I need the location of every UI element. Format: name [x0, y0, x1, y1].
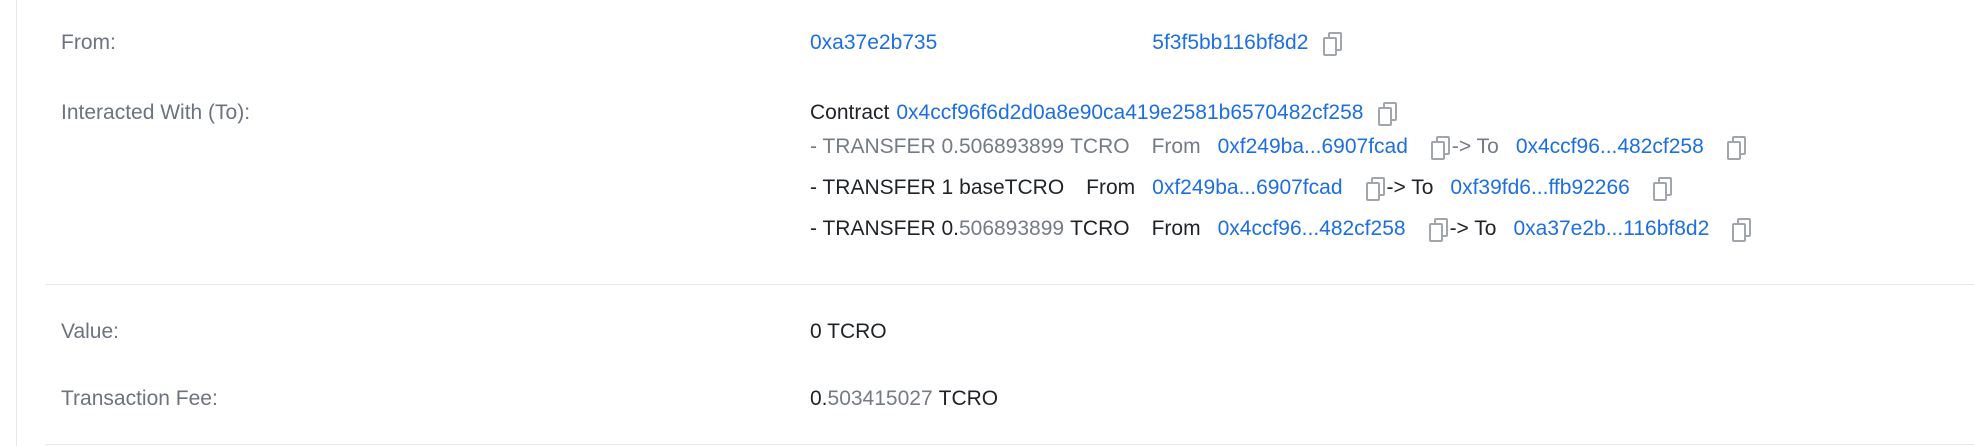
transfer-from-address-link[interactable]: 0xf249ba...6907fcad [1218, 135, 1408, 159]
contract-line: Contract 0x4ccf96f6d2d0a8e90ca419e2581b6… [810, 101, 1398, 126]
fee-fraction: 503415027 [827, 387, 933, 410]
section-divider [45, 284, 1974, 285]
transfer-token: TCRO [1070, 135, 1130, 158]
transaction-fee-value: 0. 503415027 TCRO [810, 387, 998, 411]
value-label: Value: [61, 320, 119, 343]
from-value: 0xa37e2b735 5f3f5bb116bf8d2 [810, 31, 1343, 56]
transfer-from-label: From [1151, 217, 1201, 240]
copy-icon[interactable] [1726, 136, 1746, 160]
copy-icon[interactable] [1428, 218, 1448, 242]
contract-address-link[interactable]: 0x4ccf96f6d2d0a8e90ca419e2581b6570482cf2… [896, 101, 1363, 125]
transfer-prefix: - TRANSFER 1 [810, 176, 954, 199]
transfer-from-address-link[interactable]: 0x4ccf96...482cf258 [1218, 217, 1406, 241]
transfer-from-label: From [1086, 176, 1136, 199]
copy-icon[interactable] [1322, 32, 1343, 56]
transfer-to-address-link[interactable]: 0xf39fd6...ffb92266 [1450, 176, 1629, 200]
copy-icon[interactable] [1731, 218, 1752, 242]
transaction-fee-label: Transaction Fee: [61, 387, 218, 410]
copy-icon[interactable] [1365, 177, 1385, 201]
interacted-with-label: Interacted With (To): [61, 101, 251, 124]
copy-icon[interactable] [1652, 177, 1672, 201]
transaction-details-panel: From: 0xa37e2b735 5f3f5bb116bf8d2 Intera… [0, 0, 1974, 446]
transfer-arrow-to: -> To [1449, 217, 1497, 240]
transfer-to-address-link[interactable]: 0xa37e2b...116bf8d2 [1513, 217, 1709, 241]
transfer-from-address-link[interactable]: 0xf249ba...6907fcad [1152, 176, 1342, 200]
contract-prefix: Contract [810, 101, 890, 124]
value-amount: 0 TCRO [810, 320, 887, 343]
copy-icon[interactable] [1430, 136, 1450, 160]
from-address-link-suffix[interactable]: 5f3f5bb116bf8d2 [1152, 31, 1308, 55]
transfer-line: - TRANSFER 0. 506893899 TCRO From 0xf249… [810, 135, 1746, 160]
transfer-line: - TRANSFER 0. 506893899 TCRO From 0x4ccf… [810, 217, 1752, 242]
transfer-to-address-link[interactable]: 0x4ccf96...482cf258 [1516, 135, 1704, 159]
transfer-line: - TRANSFER 1 baseTCRO From 0xf249ba...69… [810, 176, 1672, 201]
transfer-token: baseTCRO [959, 176, 1065, 199]
fee-token: TCRO [938, 387, 999, 410]
transfer-prefix: - TRANSFER 0. [810, 135, 959, 158]
transfer-token: TCRO [1070, 217, 1130, 240]
copy-icon[interactable] [1377, 102, 1398, 126]
transfer-arrow-to: -> To [1386, 176, 1434, 199]
transfer-arrow-to: -> To [1451, 135, 1499, 158]
from-address-link[interactable]: 0xa37e2b735 [810, 31, 937, 55]
from-label: From: [61, 31, 116, 54]
transfer-amount-fraction: 506893899 [958, 217, 1065, 240]
panel-left-border [16, 0, 17, 446]
section-divider [45, 444, 1974, 445]
transfer-from-label: From [1151, 135, 1201, 158]
transfer-amount-fraction: 506893899 [958, 135, 1065, 158]
fee-whole: 0. [810, 387, 828, 410]
transfer-prefix: - TRANSFER 0. [810, 217, 959, 240]
